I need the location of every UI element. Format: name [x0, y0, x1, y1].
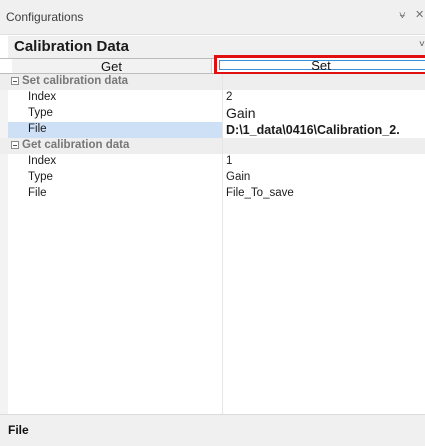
property-value[interactable]: 1	[226, 155, 232, 167]
property-row-file[interactable]: File File_To_save	[0, 186, 425, 202]
property-value[interactable]: File_To_save	[226, 187, 294, 199]
get-button-label: Get	[101, 59, 122, 74]
property-name: Index	[28, 155, 57, 167]
property-row-type[interactable]: Type Gain	[0, 105, 425, 122]
property-grid: Set calibration data Index 2 Type Gain F…	[0, 74, 425, 414]
property-name: Type	[28, 107, 53, 119]
column-divider[interactable]	[222, 74, 223, 414]
property-value[interactable]: Gain	[226, 105, 256, 121]
property-value[interactable]: 2	[226, 91, 232, 103]
chevron-down-icon[interactable]: ˅	[419, 39, 425, 50]
property-row-index[interactable]: Index 2	[0, 90, 425, 106]
get-button[interactable]: Get	[12, 59, 212, 74]
property-row-file[interactable]: File D:\1_data\0416\Calibration_2.	[0, 122, 425, 138]
panel-titlebar: Configurations ⍱ ✕	[0, 0, 425, 35]
category-get-calibration-data[interactable]: Get calibration data	[0, 138, 425, 154]
property-value[interactable]: Gain	[226, 171, 250, 183]
property-row-type[interactable]: Type Gain	[0, 170, 425, 186]
property-name: Type	[28, 171, 53, 183]
action-button-bar: Get Set	[0, 55, 425, 75]
category-set-calibration-data[interactable]: Set calibration data	[0, 74, 425, 90]
category-label: Set calibration data	[22, 75, 129, 87]
collapse-icon[interactable]	[11, 141, 19, 149]
property-name: Index	[28, 91, 57, 103]
description-pane: File	[0, 414, 425, 446]
property-name: File	[28, 123, 47, 135]
set-button-label: Set	[311, 58, 331, 73]
panel-title: Configurations	[6, 10, 84, 24]
set-button[interactable]: Set	[214, 55, 425, 75]
property-value[interactable]: D:\1_data\0416\Calibration_2.	[226, 123, 400, 137]
collapse-icon[interactable]	[11, 77, 19, 85]
property-name: File	[28, 187, 47, 199]
pin-icon[interactable]: ⍱	[399, 9, 406, 22]
category-label: Get calibration data	[22, 139, 130, 151]
close-icon[interactable]: ✕	[415, 8, 424, 21]
selected-object: Calibration Data	[14, 38, 130, 55]
description-title: File	[8, 423, 29, 437]
property-row-index[interactable]: Index 1	[0, 154, 425, 170]
